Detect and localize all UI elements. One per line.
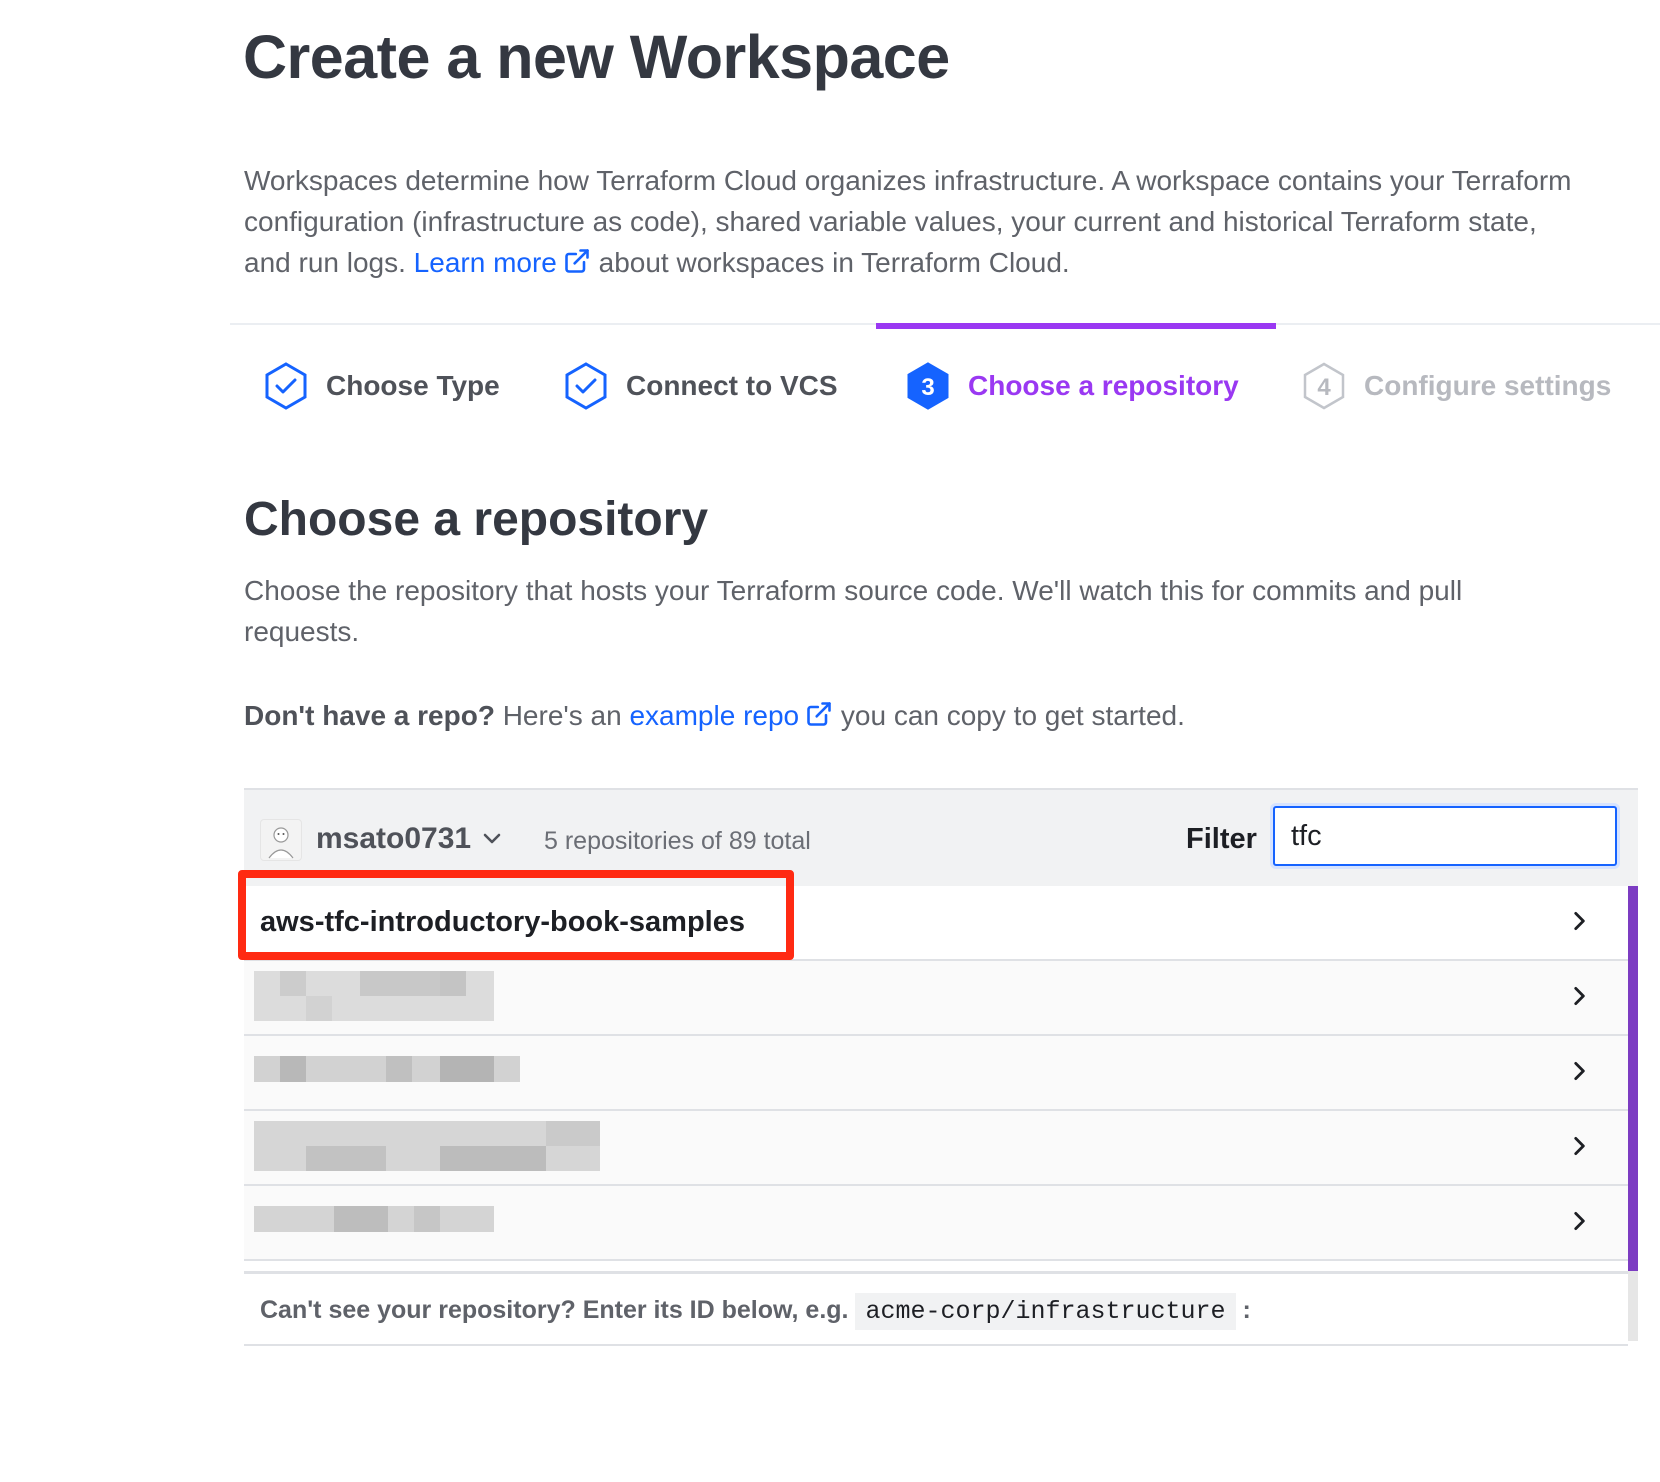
manual-repository-entry: Can't see your repository? Enter its ID … [244, 1271, 1628, 1346]
highlight-box [238, 870, 794, 960]
external-link-icon [807, 702, 831, 726]
external-link-icon [565, 249, 589, 273]
hint-bold: Don't have a repo? [244, 700, 495, 731]
learn-more-label: Learn more [413, 247, 557, 278]
check-hexagon-icon [265, 362, 307, 410]
learn-more-link[interactable]: Learn more [414, 247, 591, 278]
filter-input[interactable] [1273, 806, 1617, 866]
example-repository-id: acme-corp/infrastructure [855, 1293, 1236, 1330]
section-description: Choose the repository that hosts your Te… [244, 575, 1463, 647]
step-label: Configure settings [1364, 370, 1612, 401]
repository-row[interactable] [244, 961, 1628, 1036]
repository-row[interactable] [244, 1036, 1628, 1111]
example-repo-link[interactable]: example repo [629, 700, 833, 731]
example-repo-label: example repo [629, 700, 800, 731]
page-title: Create a new Workspace [243, 23, 950, 91]
account-selector-label[interactable]: msato0731 [316, 822, 471, 856]
avatar [260, 819, 302, 861]
step-label: Choose a repository [968, 370, 1239, 401]
step-label: Choose Type [326, 370, 500, 401]
hint-before: Here's an [494, 700, 630, 731]
manual-entry-suffix: : [1242, 1296, 1251, 1324]
chevron-right-icon [1574, 912, 1585, 930]
scrollbar-thumb[interactable] [1628, 886, 1638, 1271]
chevron-right-icon [1574, 1137, 1585, 1155]
active-step-indicator [876, 323, 1276, 329]
chevron-down-icon[interactable] [480, 826, 504, 850]
redacted-repository-name [254, 1206, 494, 1232]
step-connect-vcs[interactable]: Connect to VCS [564, 362, 838, 410]
repository-row[interactable] [244, 1186, 1628, 1261]
repository-row[interactable] [244, 1111, 1628, 1186]
example-repo-hint: Don't have a repo? Here's an example rep… [244, 700, 1185, 732]
step-choose-type[interactable]: Choose Type [264, 362, 500, 410]
check-hexagon-icon [565, 362, 607, 410]
step-number-hexagon-icon: 4 [1303, 362, 1345, 410]
manual-entry-text: Can't see your repository? Enter its ID … [260, 1293, 1251, 1330]
step-label: Connect to VCS [626, 370, 838, 401]
redacted-repository-name [254, 1056, 520, 1082]
chevron-right-icon [1574, 987, 1585, 1005]
filter-label: Filter [1186, 823, 1257, 855]
step-number: 4 [1317, 374, 1331, 401]
intro-after-link: about workspaces in Terraform Cloud. [590, 247, 1070, 278]
chevron-right-icon [1574, 1212, 1585, 1230]
step-configure-settings: 4 Configure settings [1302, 362, 1611, 410]
step-number: 3 [921, 374, 934, 401]
step-choose-repository[interactable]: 3 Choose a repository [906, 362, 1239, 410]
chevron-right-icon [1574, 1062, 1585, 1080]
redacted-repository-name [254, 971, 494, 1021]
repository-count: 5 repositories of 89 total [544, 827, 811, 855]
hint-after: you can copy to get started. [833, 700, 1185, 731]
intro-text: Workspaces determine how Terraform Cloud… [244, 160, 1574, 283]
redacted-repository-name [254, 1121, 600, 1171]
step-number-hexagon-icon: 3 [907, 362, 949, 410]
section-title: Choose a repository [244, 493, 709, 546]
avatar-image [268, 827, 294, 859]
manual-entry-label: Can't see your repository? Enter its ID … [260, 1296, 849, 1324]
